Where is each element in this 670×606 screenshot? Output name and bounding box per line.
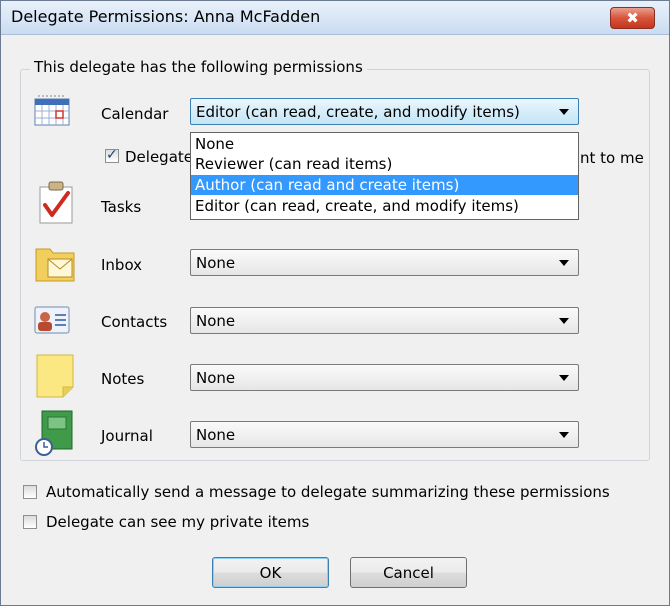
delegate-meeting-checkbox[interactable]: [105, 147, 119, 163]
window-title: Delegate Permissions: Anna McFadden: [11, 7, 321, 26]
journal-permission-select[interactable]: None: [190, 421, 579, 448]
ok-button[interactable]: OK: [212, 557, 329, 588]
dropdown-option-author[interactable]: Author (can read and create items): [191, 175, 578, 195]
dropdown-option-editor[interactable]: Editor (can read, create, and modify ite…: [191, 196, 578, 216]
auto-send-label: Automatically send a message to delegate…: [46, 483, 610, 501]
close-icon: ✖: [626, 9, 639, 27]
journal-icon: [35, 410, 73, 456]
chevron-down-icon: [559, 318, 569, 324]
chevron-down-icon: [559, 260, 569, 266]
ok-button-label: OK: [259, 563, 282, 582]
tasks-icon: [39, 181, 73, 224]
notes-permission-value: None: [196, 369, 236, 387]
dropdown-option-none[interactable]: None: [191, 134, 578, 154]
chevron-down-icon: [559, 432, 569, 438]
calendar-permission-dropdown: None Reviewer (can read items) Author (c…: [190, 132, 579, 220]
journal-permission-value: None: [196, 426, 236, 444]
calendar-permission-value: Editor (can read, create, and modify ite…: [196, 103, 520, 121]
private-items-label: Delegate can see my private items: [46, 513, 310, 531]
contacts-permission-select[interactable]: None: [190, 307, 579, 334]
inbox-icon: [35, 248, 75, 282]
delegate-permissions-dialog: Delegate Permissions: Anna McFadden ✖ Th…: [0, 0, 670, 606]
inbox-label: Inbox: [101, 256, 143, 274]
inbox-permission-value: None: [196, 254, 236, 272]
cancel-button-label: Cancel: [383, 563, 434, 582]
close-button[interactable]: ✖: [610, 7, 655, 29]
notes-permission-select[interactable]: None: [190, 364, 579, 391]
delegate-meeting-label-right: nt to me: [580, 149, 644, 167]
cancel-button[interactable]: Cancel: [350, 557, 467, 588]
chevron-down-icon: [559, 109, 569, 115]
calendar-label: Calendar: [101, 105, 169, 123]
inbox-permission-select[interactable]: None: [190, 249, 579, 276]
contacts-label: Contacts: [101, 313, 168, 331]
dropdown-option-reviewer[interactable]: Reviewer (can read items): [191, 154, 578, 174]
contacts-icon: [34, 306, 70, 334]
chevron-down-icon: [559, 375, 569, 381]
calendar-permission-select[interactable]: Editor (can read, create, and modify ite…: [190, 98, 579, 125]
journal-label: Journal: [101, 427, 153, 445]
notes-icon: [36, 354, 74, 398]
permissions-group-label: This delegate has the following permissi…: [30, 58, 367, 76]
delegate-meeting-label-left: Delegate: [125, 148, 193, 166]
private-items-checkbox[interactable]: [23, 515, 37, 529]
tasks-label: Tasks: [101, 198, 142, 216]
auto-send-checkbox[interactable]: [23, 485, 37, 499]
calendar-icon: [34, 95, 70, 126]
notes-label: Notes: [101, 370, 145, 388]
title-bar[interactable]: Delegate Permissions: Anna McFadden ✖: [1, 1, 669, 35]
contacts-permission-value: None: [196, 312, 236, 330]
